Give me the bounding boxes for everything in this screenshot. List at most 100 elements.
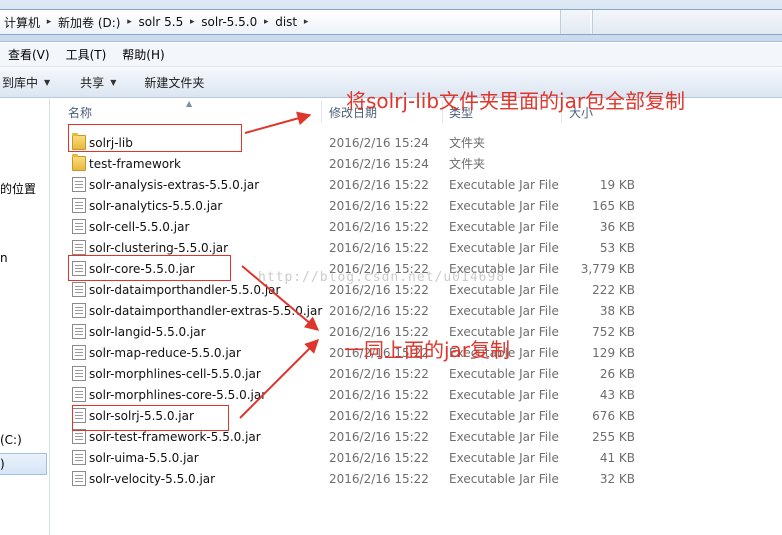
file-type: Executable Jar File xyxy=(449,303,559,318)
file-type: Executable Jar File xyxy=(449,366,559,381)
chevron-right-icon[interactable]: ▸ xyxy=(124,17,134,27)
highlight-box-solr-solrj xyxy=(72,405,229,431)
file-size: 41 KB xyxy=(599,450,635,465)
list-item-file[interactable]: solr-cell-5.5.0.jar 2016/2/16 15:22 Execut… xyxy=(66,216,666,237)
file-date: 2016/2/16 15:22 xyxy=(329,219,429,234)
share-label: 共享 xyxy=(80,76,105,90)
share-button[interactable]: 共享 ▼ xyxy=(70,72,126,94)
breadcrumb-solr-55[interactable]: solr 5.5 xyxy=(134,10,187,34)
file-name: solr-morphlines-cell-5.5.0.jar xyxy=(89,366,261,381)
list-item-file[interactable]: solr-morphlines-cell-5.5.0.jar 2016/2/16 … xyxy=(66,363,666,384)
column-header-name[interactable]: 名称 xyxy=(68,99,92,125)
column-divider[interactable] xyxy=(321,101,322,123)
refresh-button[interactable] xyxy=(560,10,590,34)
highlight-box-solrj-lib xyxy=(68,124,242,152)
nav-item-selected[interactable]: ) xyxy=(0,453,47,475)
file-size: 43 KB xyxy=(599,387,635,402)
file-name: solr-dataimporthandler-5.5.0.jar xyxy=(89,282,281,297)
file-size: 19 KB xyxy=(599,177,635,192)
file-name: solr-test-framework-5.5.0.jar xyxy=(89,429,261,444)
file-date: 2016/2/16 15:22 xyxy=(329,177,429,192)
nav-item-drive-c[interactable]: (C:) xyxy=(0,433,22,447)
jar-file-icon xyxy=(72,387,86,402)
file-name: solr-dataimporthandler-extras-5.5.0.jar xyxy=(89,303,323,318)
file-size: 752 KB xyxy=(592,324,635,339)
include-in-library-label: 到库中 xyxy=(2,76,39,90)
file-type: Executable Jar File xyxy=(449,387,559,402)
file-date: 2016/2/16 15:22 xyxy=(329,198,429,213)
file-name: solr-analytics-5.5.0.jar xyxy=(89,198,223,213)
menu-view[interactable]: 查看(V) xyxy=(0,46,58,63)
nav-item-partial[interactable]: n xyxy=(0,251,8,265)
list-item-file[interactable]: solr-dataimporthandler-extras-5.5.0.jar 2… xyxy=(66,300,666,321)
file-type: Executable Jar File xyxy=(449,219,559,234)
list-item-folder[interactable]: test-framework 2016/2/16 15:24 文件夹 xyxy=(66,153,666,174)
file-name: test-framework xyxy=(89,156,181,171)
nav-item-locations[interactable]: 的位置 xyxy=(0,180,36,197)
jar-file-icon xyxy=(72,198,86,213)
breadcrumb-solr-550[interactable]: solr-5.5.0 xyxy=(197,10,261,34)
breadcrumb-dist[interactable]: dist xyxy=(271,10,301,34)
search-input[interactable] xyxy=(592,10,782,34)
file-size: 255 KB xyxy=(592,429,635,444)
new-folder-button[interactable]: 新建文件夹 xyxy=(134,72,214,94)
file-date: 2016/2/16 15:24 xyxy=(329,156,429,171)
chevron-right-icon[interactable]: ▸ xyxy=(187,17,197,27)
chevron-down-icon: ▼ xyxy=(110,78,117,87)
file-type: 文件夹 xyxy=(449,136,486,150)
new-folder-label: 新建文件夹 xyxy=(144,76,205,90)
annotation-top-note: 将solrj-lib文件夹里面的jar包全部复制 xyxy=(346,89,686,113)
file-size: 129 KB xyxy=(592,345,635,360)
file-name: solr-cell-5.5.0.jar xyxy=(89,219,190,234)
file-size: 26 KB xyxy=(599,366,635,381)
chevron-right-icon[interactable]: ▸ xyxy=(301,17,311,27)
jar-file-icon xyxy=(72,303,86,318)
file-name: solr-velocity-5.5.0.jar xyxy=(89,471,216,486)
file-date: 2016/2/16 15:24 xyxy=(329,135,429,150)
file-date: 2016/2/16 15:22 xyxy=(329,450,429,465)
file-date: 2016/2/16 15:22 xyxy=(329,366,429,381)
file-type: Executable Jar File xyxy=(449,450,559,465)
file-size: 222 KB xyxy=(592,282,635,297)
file-date: 2016/2/16 15:22 xyxy=(329,387,429,402)
jar-file-icon xyxy=(72,282,86,297)
file-date: 2016/2/16 15:22 xyxy=(329,429,429,444)
jar-file-icon xyxy=(72,366,86,381)
file-type: Executable Jar File xyxy=(449,198,559,213)
file-name: solr-langid-5.5.0.jar xyxy=(89,324,206,339)
file-size: 36 KB xyxy=(599,219,635,234)
file-date: 2016/2/16 15:22 xyxy=(329,471,429,486)
menu-tools[interactable]: 工具(T) xyxy=(58,46,115,63)
jar-file-icon xyxy=(72,324,86,339)
file-type: Executable Jar File xyxy=(449,240,559,255)
annotation-mid-note: 一同上面的jar复制 xyxy=(344,338,511,362)
file-name: solr-clustering-5.5.0.jar xyxy=(89,240,229,255)
list-item-file[interactable]: solr-velocity-5.5.0.jar 2016/2/16 15:22 Ex… xyxy=(66,468,666,489)
list-item-file[interactable]: solr-uima-5.5.0.jar 2016/2/16 15:22 Execut… xyxy=(66,447,666,468)
menu-bar: 查看(V) 工具(T) 帮助(H) xyxy=(0,43,782,67)
file-size: 676 KB xyxy=(592,408,635,423)
chevron-right-icon[interactable]: ▸ xyxy=(261,17,271,27)
sort-ascending-icon: ▲ xyxy=(186,99,193,108)
highlight-box-solr-core xyxy=(68,255,231,281)
file-type: Executable Jar File xyxy=(449,177,559,192)
file-type: Executable Jar File xyxy=(449,408,559,423)
list-item-file[interactable]: solr-analysis-extras-5.5.0.jar 2016/2/16 … xyxy=(66,174,666,195)
file-date: 2016/2/16 15:22 xyxy=(329,303,429,318)
file-type: Executable Jar File xyxy=(449,471,559,486)
file-date: 2016/2/16 15:22 xyxy=(329,408,429,423)
file-type: Executable Jar File xyxy=(449,429,559,444)
breadcrumb-computer[interactable]: 计算机 xyxy=(0,10,44,34)
jar-file-icon xyxy=(72,219,86,234)
file-size: 38 KB xyxy=(599,303,635,318)
file-name: solr-analysis-extras-5.5.0.jar xyxy=(89,177,260,192)
breadcrumb-drive-d[interactable]: 新加卷 (D:) xyxy=(54,10,124,34)
navigation-pane[interactable]: 的位置 n (C:) ) xyxy=(0,99,50,535)
file-list: ▲ 名称 修改日期 类型 大小 solrj-lib 2016/2/16 15:24… xyxy=(51,99,782,535)
chevron-right-icon[interactable]: ▸ xyxy=(44,17,54,27)
menu-help[interactable]: 帮助(H) xyxy=(114,46,172,63)
list-item-file[interactable]: solr-analytics-5.5.0.jar 2016/2/16 15:22 E… xyxy=(66,195,666,216)
file-name: solr-map-reduce-5.5.0.jar xyxy=(89,345,241,360)
include-in-library-button[interactable]: 到库中 ▼ xyxy=(0,72,60,94)
list-item-file[interactable]: solr-morphlines-core-5.5.0.jar 2016/2/16 … xyxy=(66,384,666,405)
